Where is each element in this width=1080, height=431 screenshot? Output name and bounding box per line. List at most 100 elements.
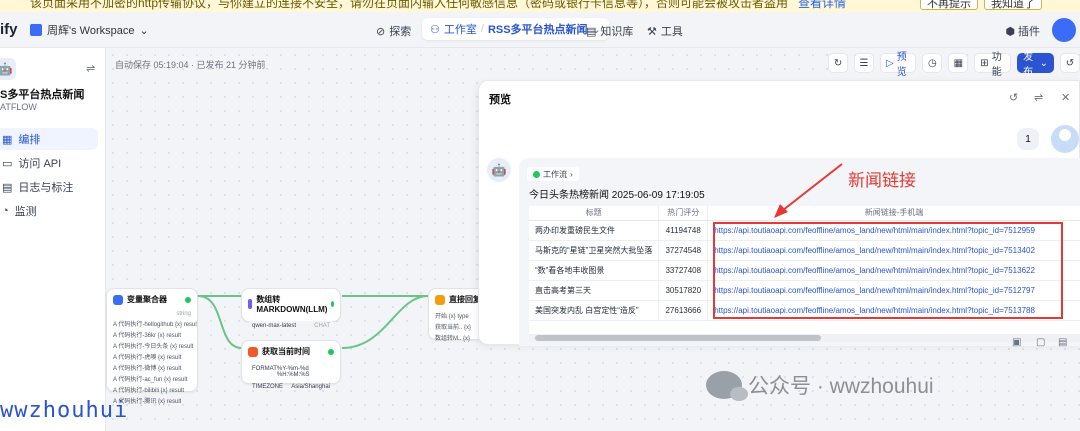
clock-icon: ◷ [927,57,937,69]
apps-icon: ⊞ [980,57,989,69]
flow-icon: ▦ [2,133,13,146]
wechat-icon [706,371,748,401]
nav-knowledge[interactable]: ▤ 知识库 [586,23,633,39]
document-icon[interactable]: ▤ [1058,337,1067,348]
table-cell: 41194748 [658,220,709,241]
news-link[interactable]: https://api.toutiaoapi.com/feoffline/amo… [707,300,1080,321]
check-circle-icon [533,170,540,178]
got-it-button[interactable]: 我知道了 [984,0,1042,10]
model-tag: CHAT [314,323,330,329]
chevron-down-icon: ⌄ [1039,57,1048,69]
history-button[interactable]: ◷ [922,53,943,73]
history-icon: ↺ [1065,57,1075,69]
table-cell: 美国突发内乱 白宫定性“造反” [529,300,660,321]
checklist-button[interactable]: ☰ [854,53,874,73]
news-table: 标题 热门评分 新闻链接-手机端 两办印发重磅民生文件 41194748 htt… [529,206,1080,321]
copy-icon[interactable]: ▣ [1012,337,1021,348]
sidebar-item-orchestrate[interactable]: ▦ 编排 [0,128,98,150]
success-status-icon [328,348,334,355]
robot-icon: 🤖 [0,58,16,80]
sidebar-item-api[interactable]: ▭ 访问 API [0,152,98,174]
format-field: FORMAT %Y-%m-%d %H:%M:%S [248,364,334,380]
table-cell: “数”看各地丰收图景 [529,260,660,281]
nav-plugins[interactable]: ⬢ 插件 [1005,23,1040,39]
workflow-tag-label: 工作流 [543,169,567,179]
sidebar-item-label: 编排 [18,134,41,146]
table-header: 新闻链接-手机端 [707,206,1080,221]
edge-aggregator-time [197,295,243,349]
workspace-switcher[interactable]: 周辉's Workspace ⌄ [30,22,149,38]
wechat-watermark-text: 公众号 · wwzhouhui [748,375,934,398]
hammer-icon: ⚒ [647,25,657,38]
table-row: 马斯克的“星链”卫星突然大批坠落 37274548 https://api.to… [529,240,1080,261]
app-type: ATFLOW [0,102,37,112]
publish-button[interactable]: 发布 ⌄ [1017,52,1054,78]
no-prompt-button[interactable]: 不再提示 [920,0,978,10]
close-icon[interactable]: ✕ [1061,91,1070,104]
field-value: %Y-%m-%d %H:%M:%S [276,366,310,378]
play-icon: ▷ [886,57,894,69]
timezone-field: TIMEZONE Asia/Shanghai [248,382,334,392]
watermark-text: wwzhouhui [0,398,129,423]
current-app-selector[interactable]: RSS多平台热点新闻 [488,21,588,37]
restart-icon[interactable]: ↺ [1009,91,1018,104]
sidebar-item-logs[interactable]: ▤ 日志与标注 [0,176,98,198]
news-table-container[interactable]: 标题 热门评分 新闻链接-手机端 两办印发重磅民生文件 41194748 htt… [529,206,1080,334]
banner-details-link[interactable]: 查看详情 [798,0,846,10]
node-current-time[interactable]: 获取当前时间 FORMAT %Y-%m-%d %H:%M:%S TIMEZONE A… [241,340,341,390]
sidebar-item-monitor[interactable]: ◔ 监测 [0,200,98,222]
compass-icon: ⊘ [376,25,386,38]
clipboard-icon[interactable]: ▢ [1036,337,1045,348]
table-cell: 马斯克的“星链”卫星突然大批坠落 [529,240,660,261]
node-type-tag: string [176,311,191,317]
news-link[interactable]: https://api.toutiaoapi.com/feoffline/amo… [707,220,1080,241]
features-button[interactable]: ⊞ 功能 [974,52,1012,78]
grid-icon: ▦ [953,57,964,69]
terminal-icon: ▭ [2,157,13,170]
run-history-button[interactable]: ↻ [828,53,848,73]
workflow-process-tag[interactable]: 工作流 › [527,167,579,181]
arrow-line [777,163,843,215]
clock-icon [248,346,258,357]
sidebar-item-label: 监测 [14,206,37,218]
preview-button[interactable]: ▷ 预览 [880,52,917,78]
user-avatar [1051,125,1079,153]
node-llm[interactable]: 数组转MARKDOWN(LLM) qwen-max-latest CHAT [241,288,341,331]
sliders-icon[interactable]: ⇌ [1034,91,1043,104]
table-horizontal-scrollbar[interactable] [529,334,1080,342]
field-label: FORMAT [252,366,277,372]
nav-studio[interactable]: ⚇ 工作室 / RSS多平台热点新闻 ⌄ [422,18,609,40]
node-title: 变量聚合器 [127,295,167,304]
field-value: Asia/Shanghai [291,384,330,390]
chevron-down-icon: ⌄ [139,24,149,37]
bot-avatar: 🤖 [487,158,511,182]
workspace-name: 周辉's Workspace [47,25,135,37]
banner-text: 该页面采用不加密的http传输协议，与你建立的连接不安全，请勿在页面内输入任何敏… [30,0,846,11]
news-link[interactable]: https://api.toutiaoapi.com/feoffline/amo… [707,240,1080,261]
chart-icon: ◔ [2,205,9,217]
node-variable-aggregator[interactable]: 变量聚合器 string A 代码执行-hellogithub {x} resu… [106,288,198,405]
table-row: “数”看各地丰收图景 33727408 https://api.toutiaoa… [529,260,1080,281]
answer-title: 今日头条热榜新闻 2025-06-09 17:19:05 [529,190,705,201]
nav-explore[interactable]: ⊘ 探索 [376,23,411,39]
node-var-row: A 代码执行-虎嗅 {x} result [113,355,182,361]
app-title: S多平台热点新闻 [0,89,85,101]
canvas-toolbar: ↻ ☰ ▷ 预览 ◷ ▦ ⊞ 功能 发布 ⌄ ↺ [828,52,1080,78]
news-link[interactable]: https://api.toutiaoapi.com/feoffline/amo… [707,260,1080,281]
sliders-icon[interactable]: ⇌ [86,62,95,75]
nav-separator: / [480,23,484,35]
scrollbar-thumb[interactable] [535,335,821,341]
field-label: TIMEZONE [252,384,283,390]
nav-tools[interactable]: ⚒ 工具 [647,23,683,39]
preview-title: 预览 [489,94,511,106]
version-history-button[interactable]: ↺ [1059,53,1080,73]
table-row: 美国突发内乱 白宫定性“造反” 27613666 https://api.tou… [529,300,1080,321]
news-link[interactable]: https://api.toutiaoapi.com/feoffline/amo… [707,280,1080,301]
node-var-row: A 代码执行-今日头条 {x} result [113,344,194,350]
refresh-icon: ↻ [833,57,843,69]
user-avatar[interactable] [1052,18,1076,42]
app-logo[interactable]: ify [0,21,18,38]
env-vars-button[interactable]: ▦ [948,53,969,73]
annotation-arrow [774,163,843,218]
table-header: 标题 [529,206,660,221]
